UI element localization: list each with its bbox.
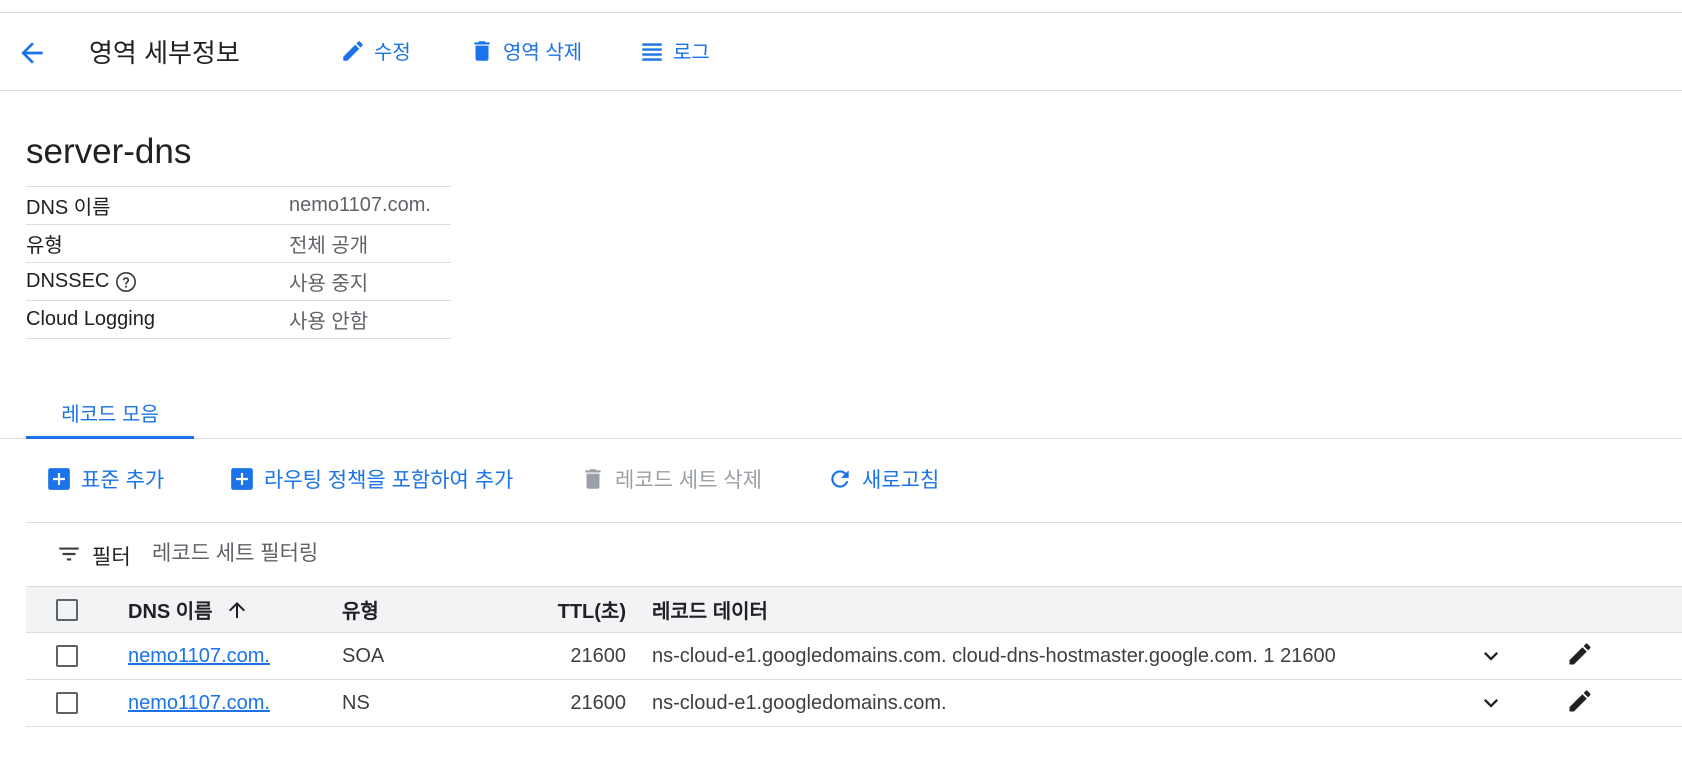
data-cell: ns-cloud-e1.googledomains.com. xyxy=(652,691,947,714)
recordsets-table: DNS 이름 유형 TTL(초) 레코드 데이터 nemo1107.com. S… xyxy=(26,586,1682,727)
refresh-button[interactable]: 새로고침 xyxy=(827,464,939,494)
detail-value: 전체 공개 xyxy=(289,224,451,263)
type-cell: SOA xyxy=(342,644,385,667)
chevron-down-icon[interactable] xyxy=(1477,642,1505,670)
edit-label: 수정 xyxy=(374,42,411,64)
logs-label: 로그 xyxy=(673,42,710,64)
filter-label: 필터 xyxy=(92,546,131,569)
pencil-icon xyxy=(343,40,363,61)
add-with-routing-label: 라우팅 정책을 포함하여 추가 xyxy=(264,469,514,492)
recordset-toolbar: 표준 추가 라우팅 정책을 포함하여 추가 레코드 세트 삭제 새로고침 xyxy=(26,438,1682,523)
detail-row-cloud-logging: Cloud Logging 사용 안함 xyxy=(26,300,451,339)
detail-row-dnssec: DNSSEC 사용 중지 xyxy=(26,262,451,301)
help-icon[interactable] xyxy=(115,271,137,293)
logs-button[interactable]: 로그 xyxy=(639,36,710,65)
delete-recordset-button[interactable]: 레코드 세트 삭제 xyxy=(580,464,762,494)
detail-key: DNSSEC xyxy=(26,270,110,292)
dns-name-cell: nemo1107.com. xyxy=(128,680,270,726)
column-header-ttl[interactable]: TTL(초) xyxy=(466,587,626,632)
row-checkbox[interactable] xyxy=(56,692,78,714)
add-box-icon xyxy=(231,468,253,490)
trash-icon xyxy=(585,469,601,489)
filter-bar: 필터 xyxy=(26,523,1682,585)
row-checkbox[interactable] xyxy=(56,645,78,667)
delete-recordset-label: 레코드 세트 삭제 xyxy=(615,469,762,492)
detail-key: Cloud Logging xyxy=(26,300,289,339)
add-box-icon xyxy=(48,468,70,490)
add-standard-label: 표준 추가 xyxy=(81,469,165,492)
list-icon xyxy=(642,42,662,61)
detail-row-dns-name: DNS 이름 nemo1107.com. xyxy=(26,186,451,225)
filter-icon xyxy=(59,547,79,561)
column-label: DNS 이름 xyxy=(128,601,213,623)
detail-row-type: 유형 전체 공개 xyxy=(26,224,451,263)
tab-bar: 레코드 모음 xyxy=(0,388,1682,439)
zone-name: server-dns xyxy=(26,132,192,171)
delete-zone-button[interactable]: 영역 삭제 xyxy=(469,36,582,65)
dns-name-link[interactable]: nemo1107.com. xyxy=(128,692,270,715)
arrow-back-icon[interactable] xyxy=(16,37,48,69)
page-header: 영역 세부정보 수정 영역 삭제 로그 xyxy=(0,13,1682,91)
select-all-checkbox[interactable] xyxy=(56,599,78,621)
table-row: nemo1107.com. NS 21600 ns-cloud-e1.googl… xyxy=(26,680,1682,727)
column-header-data[interactable]: 레코드 데이터 xyxy=(652,587,768,632)
detail-value: 사용 중지 xyxy=(289,262,451,301)
ttl-cell: 21600 xyxy=(570,644,626,667)
chevron-down-icon[interactable] xyxy=(1477,689,1505,717)
column-header-type[interactable]: 유형 xyxy=(342,587,379,632)
zone-details-table: DNS 이름 nemo1107.com. 유형 전체 공개 DNSSEC 사용 … xyxy=(26,186,451,339)
pencil-icon[interactable] xyxy=(1566,687,1594,715)
filter-input[interactable] xyxy=(150,535,754,573)
type-cell: NS xyxy=(342,691,370,714)
add-with-routing-button[interactable]: 라우팅 정책을 포함하여 추가 xyxy=(229,464,513,494)
data-cell: ns-cloud-e1.googledomains.com. cloud-dns… xyxy=(652,644,1336,667)
add-standard-button[interactable]: 표준 추가 xyxy=(46,464,164,494)
dns-name-link[interactable]: nemo1107.com. xyxy=(128,645,270,668)
detail-key-cell: DNSSEC xyxy=(26,262,289,301)
detail-key: DNS 이름 xyxy=(26,186,289,225)
refresh-label: 새로고침 xyxy=(862,469,940,492)
pencil-icon[interactable] xyxy=(1566,640,1594,668)
page-title: 영역 세부정보 xyxy=(89,38,240,68)
refresh-icon xyxy=(831,470,849,488)
arrow-up-icon xyxy=(228,601,245,618)
detail-value: nemo1107.com. xyxy=(289,186,451,225)
table-header-row: DNS 이름 유형 TTL(초) 레코드 데이터 xyxy=(26,586,1682,633)
detail-key: 유형 xyxy=(26,224,289,263)
edit-button[interactable]: 수정 xyxy=(340,36,411,65)
trash-icon xyxy=(474,40,490,61)
delete-zone-label: 영역 삭제 xyxy=(503,42,583,64)
tab-recordsets[interactable]: 레코드 모음 xyxy=(26,388,194,439)
detail-value: 사용 안함 xyxy=(289,300,451,339)
table-row: nemo1107.com. SOA 21600 ns-cloud-e1.goog… xyxy=(26,633,1682,680)
dns-name-cell: nemo1107.com. xyxy=(128,633,270,679)
column-header-dns-name[interactable]: DNS 이름 xyxy=(128,587,249,632)
ttl-cell: 21600 xyxy=(570,691,626,714)
